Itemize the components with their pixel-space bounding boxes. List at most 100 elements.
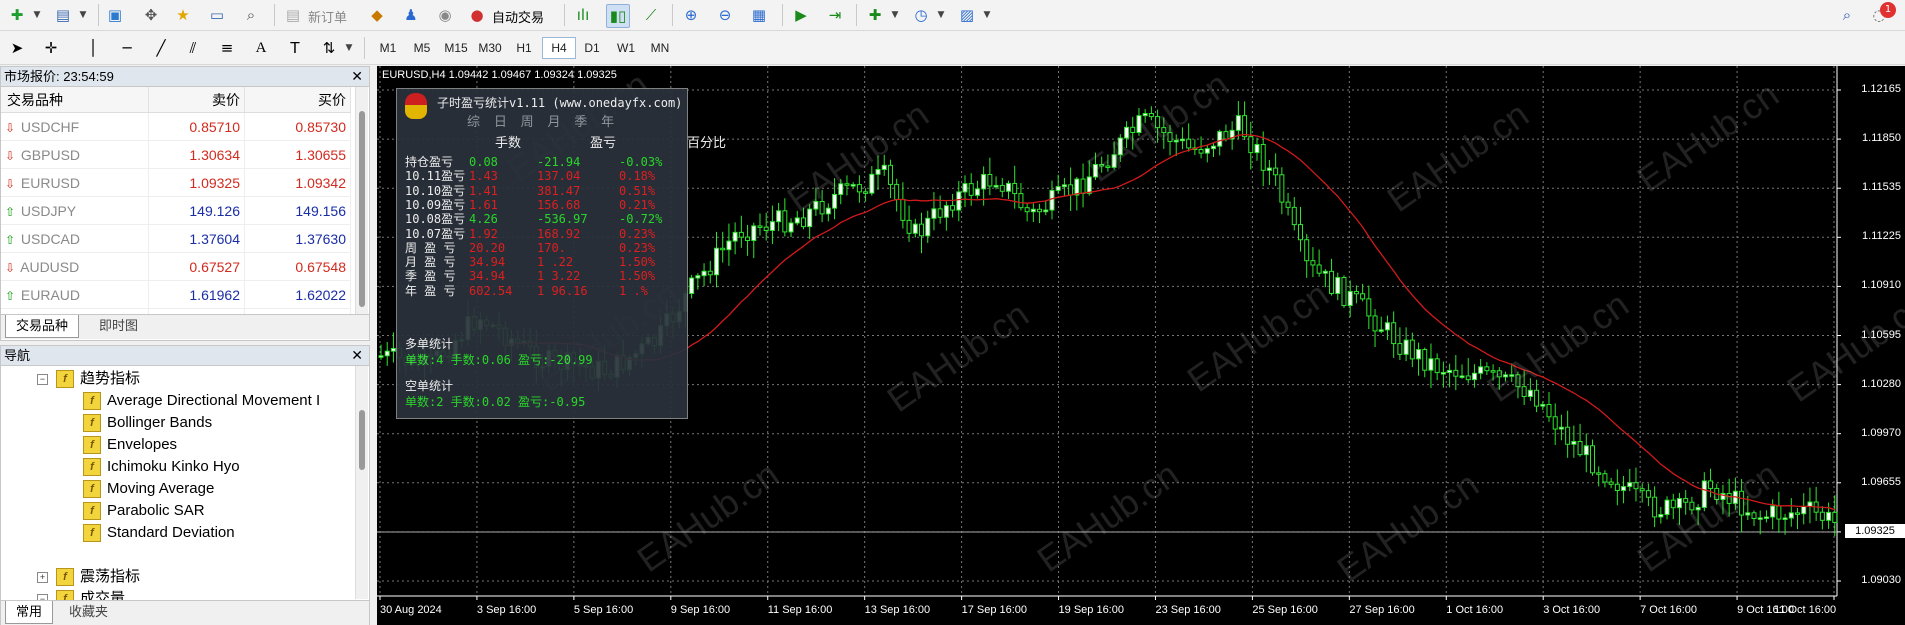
symbol-cell[interactable]: ⇩ GBPUSD — [1, 140, 149, 169]
chart-shift-icon[interactable]: ⇥ — [824, 4, 846, 26]
period-tabs[interactable]: 综 日 周 月 季 年 — [467, 116, 617, 130]
timeframe-h1[interactable]: H1 — [508, 37, 540, 59]
symbol-cell[interactable]: ⇩ AUDUSD — [1, 252, 149, 281]
timeframe-m15[interactable]: M15 — [440, 37, 472, 59]
tab-tick-chart[interactable]: 即时图 — [89, 315, 148, 337]
new-chart-icon[interactable]: ✚ — [6, 4, 28, 26]
indicators-icon[interactable]: ✚ — [864, 4, 886, 26]
scrollbar[interactable] — [355, 366, 368, 599]
tree-group-trend[interactable]: − f 趋势指标 — [37, 368, 140, 390]
trendline-icon[interactable]: ╱ — [150, 37, 172, 59]
price-chart[interactable]: EURUSD,H4 1.09442 1.09467 1.09324 1.0932… — [377, 66, 1905, 625]
table-row[interactable]: ⇧ EURAUD 1.61962 1.62022 — [1, 280, 351, 309]
date-label: 7 Oct 16:00 — [1640, 604, 1697, 616]
arrows-icon[interactable]: ⇅ — [318, 37, 340, 59]
auto-trading-label[interactable]: 自动交易 — [492, 7, 544, 26]
tab-symbols[interactable]: 交易品种 — [5, 315, 80, 338]
column-header[interactable]: 交易品种 — [1, 87, 149, 113]
timeframe-w1[interactable]: W1 — [610, 37, 642, 59]
profiles-icon[interactable]: ▤ — [52, 4, 74, 26]
tree-item-indicator[interactable]: f Average Directional Movement I — [83, 390, 320, 412]
chevron-down-icon[interactable]: ▼ — [30, 4, 44, 26]
timeframe-m1[interactable]: M1 — [372, 37, 404, 59]
tree-item-indicator[interactable]: f Moving Average — [83, 478, 214, 500]
symbol-cell[interactable]: ⇧ EURAUD — [1, 280, 149, 309]
table-row[interactable]: ⇩ EURUSD 1.09325 1.09342 — [1, 168, 351, 197]
new-order-icon[interactable]: ▤ — [282, 4, 304, 26]
expand-icon[interactable]: + — [37, 571, 48, 583]
column-header[interactable]: 卖价 — [148, 87, 245, 113]
search-icon[interactable]: ⌕ — [1836, 4, 1858, 26]
zoom-in-icon[interactable]: ⊕ — [680, 4, 702, 26]
candle-body — [782, 210, 788, 233]
bar-chart-icon[interactable]: ılı — [572, 4, 594, 26]
fibonacci-icon[interactable]: ≡ — [216, 37, 238, 59]
line-chart-icon[interactable]: ⟋ — [640, 4, 662, 26]
signals-icon[interactable]: ♟ — [400, 4, 422, 26]
favorites-icon[interactable]: ★ — [172, 4, 194, 26]
horizontal-line-icon[interactable]: ─ — [116, 37, 138, 59]
auto-scroll-icon[interactable]: ▶ — [790, 4, 812, 26]
crosshair-move-icon[interactable]: ✥ — [140, 4, 162, 26]
tree-item-indicator[interactable]: f Parabolic SAR — [83, 500, 205, 522]
strategy-tester-icon[interactable]: ⌕ — [240, 4, 262, 26]
symbol-cell[interactable]: ⇩ USDCHF — [1, 112, 149, 141]
stat-lots: 34.94 — [469, 269, 506, 284]
zoom-out-icon[interactable]: ⊖ — [714, 4, 736, 26]
candle-body — [1223, 131, 1229, 140]
tree-group-oscillators[interactable]: + f 震荡指标 — [37, 566, 140, 588]
auto-trading-icon[interactable]: ● — [466, 4, 488, 26]
navigator-panel: 导航 ✕ − f 趋势指标 f Average Directional Movement… — [0, 345, 370, 625]
metaeditor-icon[interactable]: ◆ — [366, 4, 388, 26]
chevron-down-icon[interactable]: ▼ — [888, 4, 902, 26]
candle-body — [1130, 126, 1136, 133]
terminal-icon[interactable]: ▭ — [206, 4, 228, 26]
market-watch-icon[interactable]: ▣ — [104, 4, 126, 26]
tile-windows-icon[interactable]: ▦ — [748, 4, 770, 26]
tree-item-indicator[interactable]: f Bollinger Bands — [83, 412, 212, 434]
text-label-icon[interactable]: T — [284, 37, 306, 59]
timeframe-h4[interactable]: H4 — [542, 37, 576, 59]
table-row[interactable]: ⇧ USDCAD 1.37604 1.37630 — [1, 224, 351, 253]
vps-icon[interactable]: ◉ — [434, 4, 456, 26]
timeframe-m30[interactable]: M30 — [474, 37, 506, 59]
chevron-down-icon[interactable]: ▼ — [76, 4, 90, 26]
scrollbar[interactable] — [355, 87, 368, 315]
tree-item-indicator[interactable]: f Envelopes — [83, 434, 177, 456]
chevron-down-icon[interactable]: ▼ — [980, 4, 994, 26]
symbol-cell[interactable]: ⇧ USDJPY — [1, 196, 149, 225]
candle-body — [1285, 201, 1291, 208]
current-price-label: 1.09325 — [1845, 524, 1905, 538]
tab-favorites[interactable]: 收藏夹 — [59, 601, 118, 623]
chevron-down-icon[interactable]: ▼ — [934, 4, 948, 26]
indicator-icon: f — [83, 480, 101, 499]
column-header[interactable]: 买价 — [244, 87, 351, 113]
timeframe-d1[interactable]: D1 — [576, 37, 608, 59]
tab-common[interactable]: 常用 — [5, 601, 54, 624]
close-icon[interactable]: ✕ — [351, 67, 363, 86]
timeframe-mn[interactable]: MN — [644, 37, 676, 59]
table-row[interactable]: ⇩ GBPUSD 1.30634 1.30655 — [1, 140, 351, 169]
table-row[interactable]: ⇩ USDCHF 0.85710 0.85730 — [1, 112, 351, 141]
tree-item-indicator[interactable]: f Standard Deviation — [83, 522, 235, 544]
table-row[interactable]: ⇧ USDJPY 149.126 149.156 — [1, 196, 351, 225]
text-icon[interactable]: A — [250, 37, 272, 59]
stat-pnl: -21.94 — [537, 155, 581, 169]
candlestick-icon[interactable]: ▮▯ — [606, 4, 630, 28]
close-icon[interactable]: ✕ — [351, 346, 363, 365]
crosshair-icon[interactable]: ✛ — [40, 37, 62, 59]
chevron-down-icon[interactable]: ▼ — [342, 37, 356, 59]
cursor-icon[interactable]: ➤ — [6, 37, 28, 59]
vertical-line-icon[interactable]: │ — [82, 37, 104, 59]
timeframe-m5[interactable]: M5 — [406, 37, 438, 59]
channel-icon[interactable]: ⫽ — [182, 37, 204, 59]
collapse-icon[interactable]: − — [37, 373, 48, 385]
new-order-label[interactable]: 新订单 — [308, 7, 347, 26]
tree-item-indicator[interactable]: f Ichimoku Kinko Hyo — [83, 456, 240, 478]
symbol-cell[interactable]: ⇩ EURUSD — [1, 168, 149, 197]
table-row[interactable]: ⇩ AUDUSD 0.67527 0.67548 — [1, 252, 351, 281]
notification-badge[interactable]: 1 — [1880, 2, 1896, 18]
templates-icon[interactable]: ▨ — [956, 4, 978, 26]
periods-icon[interactable]: ◷ — [910, 4, 932, 26]
symbol-cell[interactable]: ⇧ USDCAD — [1, 224, 149, 253]
